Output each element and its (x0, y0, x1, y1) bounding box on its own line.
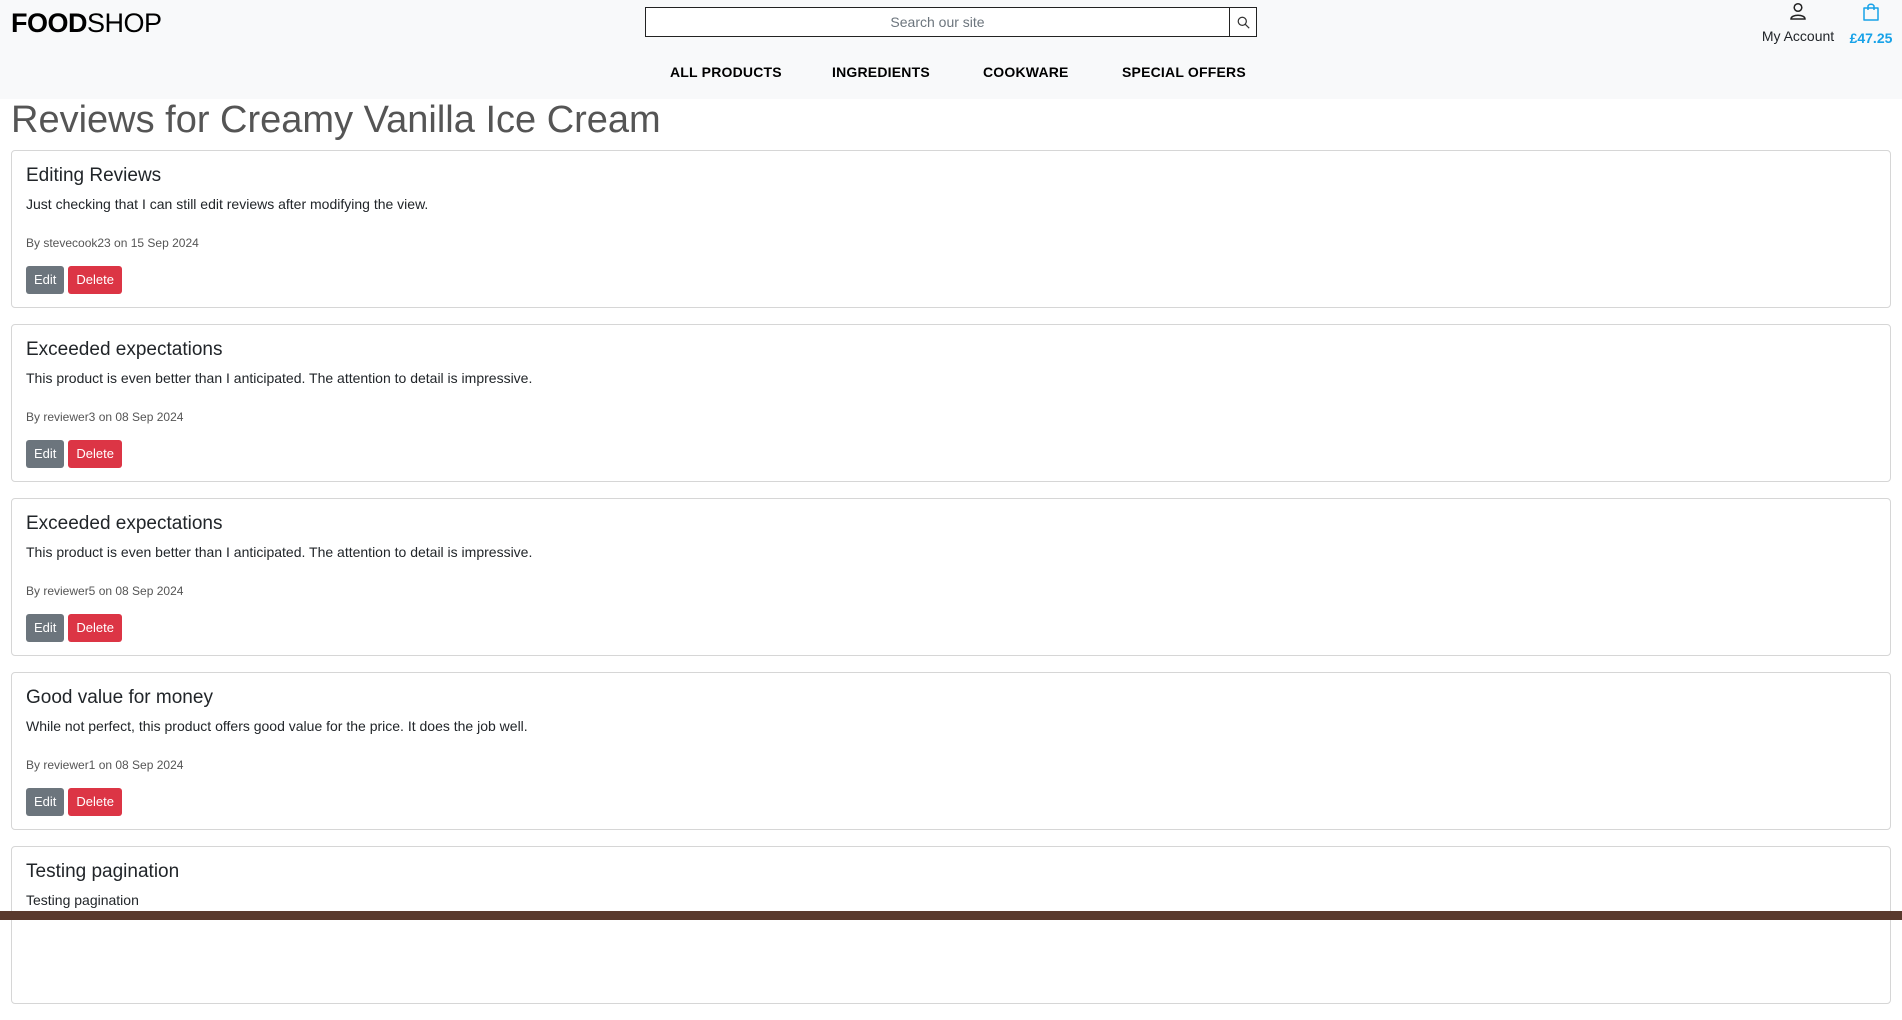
review-card: Editing Reviews Just checking that I can… (11, 150, 1891, 308)
edit-review-button[interactable]: Edit (26, 266, 65, 294)
taskbar-strip (0, 911, 1902, 920)
nav-special-offers[interactable]: SPECIAL OFFERS (1122, 64, 1246, 80)
review-title: Exceeded expectations (26, 513, 223, 534)
review-actions: Edit Delete (26, 614, 1876, 642)
review-meta: By reviewer3 on 08 Sep 2024 (26, 410, 184, 424)
review-body: This product is even better than I antic… (26, 544, 533, 560)
review-meta: By reviewer5 on 08 Sep 2024 (26, 584, 184, 598)
review-meta: By reviewer1 on 08 Sep 2024 (26, 758, 184, 772)
edit-review-button[interactable]: Edit (26, 788, 65, 816)
page-title: Reviews for Creamy Vanilla Ice Cream (11, 99, 661, 141)
edit-review-button[interactable]: Edit (26, 440, 65, 468)
site-header: FOODSHOP My Account £47.25 ALL PRODUCTS … (0, 0, 1902, 99)
my-account-link[interactable]: My Account (1756, 2, 1840, 44)
user-icon (1790, 2, 1806, 20)
review-title: Editing Reviews (26, 165, 162, 186)
delete-review-button[interactable]: Delete (68, 266, 122, 294)
review-actions: Edit Delete (26, 266, 1876, 294)
review-meta: By stevecook23 on 15 Sep 2024 (26, 236, 199, 250)
review-card: Good value for money While not perfect, … (11, 672, 1891, 830)
review-title: Exceeded expectations (26, 339, 223, 360)
logo-light-text: SHOP (87, 8, 162, 38)
review-actions: Edit Delete (26, 788, 1876, 816)
search-input[interactable] (645, 7, 1229, 37)
review-body: Testing pagination (26, 892, 139, 908)
shopping-bag-icon (1863, 3, 1879, 21)
nav-ingredients[interactable]: INGREDIENTS (832, 64, 930, 80)
nav-all-products[interactable]: ALL PRODUCTS (670, 64, 782, 80)
review-actions: Edit Delete (26, 440, 1876, 468)
review-title: Good value for money (26, 687, 213, 708)
review-body: Just checking that I can still edit revi… (26, 196, 429, 212)
my-account-label: My Account (1761, 28, 1835, 44)
review-card: Exceeded expectations This product is ev… (11, 324, 1891, 482)
delete-review-button[interactable]: Delete (68, 440, 122, 468)
bag-total: £47.25 (1849, 30, 1893, 46)
search-button[interactable] (1229, 7, 1257, 37)
search-icon (1237, 16, 1250, 29)
delete-review-button[interactable]: Delete (68, 788, 122, 816)
reviews-list: Editing Reviews Just checking that I can… (11, 150, 1891, 1020)
edit-review-button[interactable]: Edit (26, 614, 65, 642)
logo-bold-text: FOOD (11, 8, 88, 38)
review-card: Exceeded expectations This product is ev… (11, 498, 1891, 656)
search-form (645, 7, 1257, 37)
review-title: Testing pagination (26, 861, 180, 882)
shopping-bag-link[interactable]: £47.25 (1843, 2, 1899, 46)
review-body: This product is even better than I antic… (26, 370, 533, 386)
site-logo[interactable]: FOODSHOP (11, 8, 162, 39)
delete-review-button[interactable]: Delete (68, 614, 122, 642)
review-card: Testing pagination Testing pagination (11, 846, 1891, 1004)
nav-cookware[interactable]: COOKWARE (983, 64, 1069, 80)
review-body: While not perfect, this product offers g… (26, 718, 528, 734)
main-nav: ALL PRODUCTS INGREDIENTS COOKWARE SPECIA… (0, 64, 1902, 84)
